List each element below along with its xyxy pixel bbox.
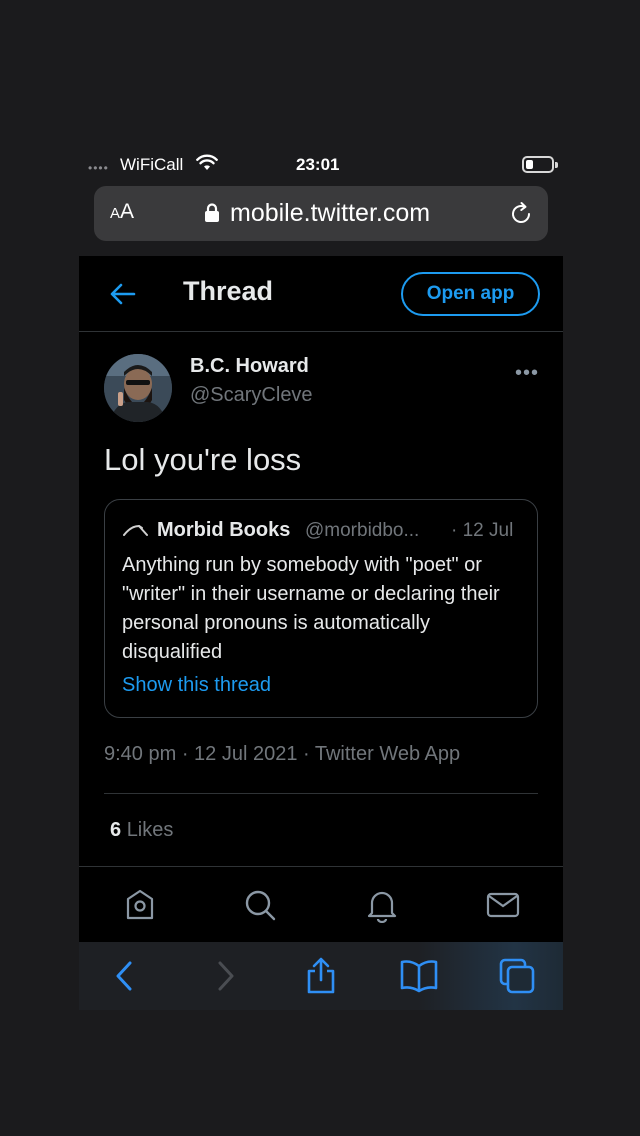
page-title: Thread [183, 276, 274, 306]
author-name[interactable]: B.C. Howard [190, 355, 309, 378]
likes-stat[interactable]: 6 Likes [110, 819, 173, 842]
address-bar[interactable]: AA mobile.twitter.com [94, 186, 548, 241]
signal-strength: •••• [88, 161, 109, 175]
divider [104, 793, 538, 794]
home-icon[interactable] [122, 887, 158, 923]
likes-count: 6 [110, 819, 122, 841]
tweet-text: Lol you're loss [104, 442, 302, 477]
text-size-button[interactable]: AA [110, 200, 134, 224]
quoted-text: Anything run by somebody with "poet" or … [122, 554, 500, 663]
wifi-icon [196, 154, 218, 177]
url-text[interactable]: mobile.twitter.com [230, 199, 430, 228]
safari-toolbar [79, 942, 563, 1010]
twitter-tab-bar [79, 866, 563, 942]
back-arrow-icon[interactable] [109, 282, 137, 311]
quoted-author-handle: @morbidbo... [305, 520, 420, 541]
lock-icon [204, 203, 220, 228]
show-thread-link[interactable]: Show this thread [122, 674, 271, 697]
twitter-webview: Thread Open app B.C. Howard @ScaryCleve … [79, 256, 563, 942]
quoted-avatar-icon [123, 523, 149, 542]
quoted-date: · 12 Jul [451, 520, 514, 541]
status-time: 23:01 [296, 155, 340, 174]
search-icon[interactable] [242, 887, 278, 923]
notifications-icon[interactable] [364, 887, 400, 924]
messages-icon[interactable] [485, 887, 521, 923]
likes-label: Likes [126, 819, 174, 841]
share-icon[interactable] [301, 956, 341, 996]
battery-low-icon [522, 156, 558, 173]
open-app-button[interactable]: Open app [401, 272, 540, 316]
tweet-timestamp[interactable]: 9:40 pm · 12 Jul 2021 · Twitter Web App [104, 743, 460, 766]
status-bar: •••• WiFiCall 23:01 [88, 152, 558, 180]
author-handle[interactable]: @ScaryCleve [190, 384, 313, 407]
tabs-icon[interactable] [497, 956, 537, 996]
quoted-tweet[interactable]: Morbid Books @morbidbo... · 12 Jul Anyth… [104, 499, 538, 718]
thread-header: Thread Open app [79, 256, 563, 332]
carrier-label: WiFiCall [120, 155, 184, 174]
reload-icon[interactable] [508, 201, 534, 232]
phone-screen: •••• WiFiCall 23:01 AA mobile.twitter.co… [0, 0, 640, 1136]
avatar[interactable] [104, 354, 172, 422]
quoted-author-name: Morbid Books [157, 519, 291, 541]
back-icon[interactable] [105, 956, 145, 996]
bookmarks-icon[interactable] [399, 956, 439, 996]
forward-icon[interactable] [205, 956, 245, 996]
more-options-icon[interactable]: ••• [515, 362, 539, 385]
